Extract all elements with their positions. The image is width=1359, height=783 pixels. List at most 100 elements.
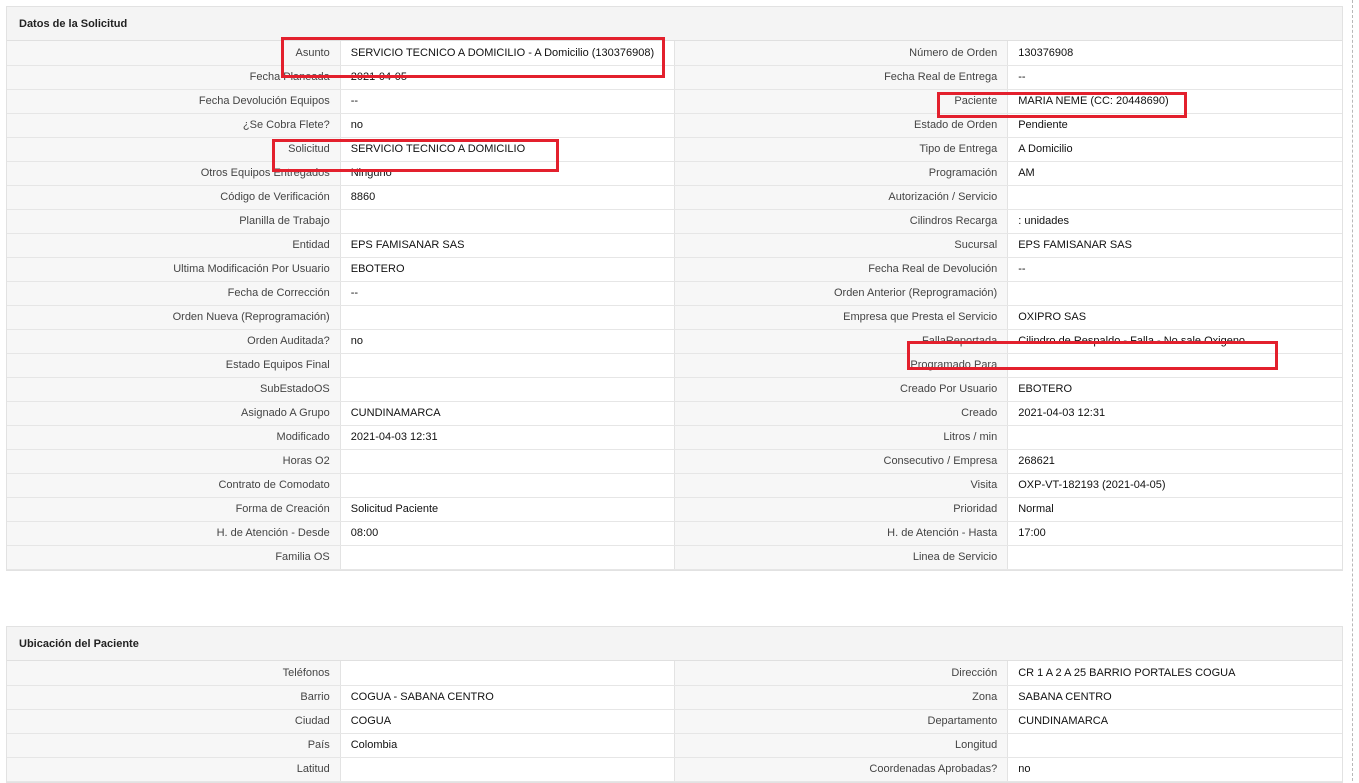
field-value-estado-equipos-final <box>340 353 675 378</box>
field-label-programado-para: Programado Para <box>674 353 1009 378</box>
field-value-autorizacion-servicio <box>1007 185 1342 210</box>
detail-row: Ultima Modificación Por Usuario EBOTERO Fe… <box>7 257 1342 282</box>
field-label-programacion: Programación <box>674 161 1009 186</box>
field-value-asignado-a-grupo: CUNDINAMARCA <box>340 401 675 426</box>
field-value-empresa-que-presta-el-servicio: OXIPRO SAS <box>1007 305 1342 330</box>
field-value-horas-o2 <box>340 449 675 474</box>
field-value-codigo-de-verificacion: 8860 <box>340 185 675 210</box>
field-label-planilla-de-trabajo: Planilla de Trabajo <box>7 209 341 234</box>
field-label-litros-min: Litros / min <box>674 425 1009 450</box>
field-value-modificado: 2021-04-03 12:31 <box>340 425 675 450</box>
field-value-h-de-atencion-desde: 08:00 <box>340 521 675 546</box>
field-value-pais: Colombia <box>340 733 675 758</box>
field-label-fecha-devolucion-equipos: Fecha Devolución Equipos <box>7 89 341 114</box>
field-value-forma-de-creacion: Solicitud Paciente <box>340 497 675 522</box>
field-value-se-cobra-flete: no <box>340 113 675 138</box>
field-value-zona: SABANA CENTRO <box>1007 685 1342 710</box>
page-edge-divider <box>1352 0 1353 781</box>
field-label-h-de-atencion-desde: H. de Atención - Desde <box>7 521 341 546</box>
field-value-contrato-de-comodato <box>340 473 675 498</box>
detail-row: Planilla de Trabajo Cilindros Recarga: un… <box>7 209 1342 234</box>
field-label-sucursal: Sucursal <box>674 233 1009 258</box>
field-value-prioridad: Normal <box>1007 497 1342 522</box>
field-value-programado-para <box>1007 353 1342 378</box>
solicitud-section-title: Datos de la Solicitud <box>7 7 1342 41</box>
field-label-solicitud: Solicitud <box>7 137 341 162</box>
detail-row: Familia OS Linea de Servicio <box>7 545 1342 570</box>
field-label-codigo-de-verificacion: Código de Verificación <box>7 185 341 210</box>
field-label-linea-de-servicio: Linea de Servicio <box>674 545 1009 570</box>
field-label-estado-equipos-final: Estado Equipos Final <box>7 353 341 378</box>
detail-row: Orden Auditada? no FallaReportada Cilindro … <box>7 329 1342 354</box>
field-value-latitud <box>340 757 675 782</box>
field-label-fecha-real-de-entrega: Fecha Real de Entrega <box>674 65 1009 90</box>
field-label-forma-de-creacion: Forma de Creación <box>7 497 341 522</box>
field-value-entidad: EPS FAMISANAR SAS <box>340 233 675 258</box>
field-label-contrato-de-comodato: Contrato de Comodato <box>7 473 341 498</box>
field-label-autorizacion-servicio: Autorización / Servicio <box>674 185 1009 210</box>
field-label-tipo-de-entrega: Tipo de Entrega <box>674 137 1009 162</box>
field-label-barrio: Barrio <box>7 685 341 710</box>
detail-row: Asunto SERVICIO TECNICO A DOMICILIO - A D… <box>7 41 1342 66</box>
field-label-prioridad: Prioridad <box>674 497 1009 522</box>
field-value-telefonos <box>340 661 675 686</box>
field-value-ciudad: COGUA <box>340 709 675 734</box>
field-value-creado: 2021-04-03 12:31 <box>1007 401 1342 426</box>
field-label-asignado-a-grupo: Asignado A Grupo <box>7 401 341 426</box>
field-value-otros-equipos-entregados: Ninguno <box>340 161 675 186</box>
field-value-fecha-de-correccion: -- <box>340 281 675 306</box>
field-value-planilla-de-trabajo <box>340 209 675 234</box>
detail-row: SubEstadoOS Creado Por Usuario EBOTERO <box>7 377 1342 402</box>
field-value-cilindros-recarga: : unidades <box>1007 209 1342 234</box>
field-label-direccion: Dirección <box>674 661 1009 686</box>
detail-row: Forma de Creación Solicitud Paciente Prior… <box>7 497 1342 522</box>
field-label-empresa-que-presta-el-servicio: Empresa que Presta el Servicio <box>674 305 1009 330</box>
field-label-otros-equipos-entregados: Otros Equipos Entregados <box>7 161 341 186</box>
detail-row: Entidad EPS FAMISANAR SAS Sucursal EPS FAMI… <box>7 233 1342 258</box>
field-label-fecha-planeada: Fecha Planeada <box>7 65 341 90</box>
detail-row: Fecha de Corrección -- Orden Anterior (Rep… <box>7 281 1342 306</box>
field-label-subestadoos: SubEstadoOS <box>7 377 341 402</box>
field-label-fallareportada: FallaReportada <box>674 329 1009 354</box>
field-label-cilindros-recarga: Cilindros Recarga <box>674 209 1009 234</box>
field-label-orden-auditada: Orden Auditada? <box>7 329 341 354</box>
detail-row: Latitud Coordenadas Aprobadas? no <box>7 757 1342 782</box>
detail-row: Código de Verificación 8860 Autorización /… <box>7 185 1342 210</box>
field-value-fecha-real-de-entrega: -- <box>1007 65 1342 90</box>
field-value-familia-os <box>340 545 675 570</box>
detail-row: Fecha Devolución Equipos -- Paciente MARIA … <box>7 89 1342 114</box>
field-value-h-de-atencion-hasta: 17:00 <box>1007 521 1342 546</box>
field-value-linea-de-servicio <box>1007 545 1342 570</box>
field-label-fecha-real-de-devolucion: Fecha Real de Devolución <box>674 257 1009 282</box>
detail-row: H. de Atención - Desde 08:00 H. de Atenció… <box>7 521 1342 546</box>
detail-row: ¿Se Cobra Flete? no Estado de Orden Pendien… <box>7 113 1342 138</box>
field-value-sucursal: EPS FAMISANAR SAS <box>1007 233 1342 258</box>
field-value-subestadoos <box>340 377 675 402</box>
detail-row: Contrato de Comodato Visita OXP-VT-182193 … <box>7 473 1342 498</box>
field-label-orden-nueva-reprogramacion: Orden Nueva (Reprogramación) <box>7 305 341 330</box>
field-label-coordenadas-aprobadas: Coordenadas Aprobadas? <box>674 757 1009 782</box>
ubicacion-panel: Ubicación del Paciente Teléfonos Direcció… <box>6 626 1343 783</box>
field-label-creado-por-usuario: Creado Por Usuario <box>674 377 1009 402</box>
field-label-numero-de-orden: Número de Orden <box>674 41 1009 66</box>
field-label-creado: Creado <box>674 401 1009 426</box>
ubicacion-details-table: Teléfonos Dirección CR 1 A 2 A 25 BARRIO P… <box>7 661 1342 782</box>
field-label-paciente: Paciente <box>674 89 1009 114</box>
detail-row: Modificado 2021-04-03 12:31 Litros / min <box>7 425 1342 450</box>
field-label-zona: Zona <box>674 685 1009 710</box>
field-label-longitud: Longitud <box>674 733 1009 758</box>
field-value-programacion: AM <box>1007 161 1342 186</box>
detail-row: Orden Nueva (Reprogramación) Empresa que … <box>7 305 1342 330</box>
field-value-departamento: CUNDINAMARCA <box>1007 709 1342 734</box>
detail-row: Otros Equipos Entregados Ninguno Programac… <box>7 161 1342 186</box>
field-label-pais: País <box>7 733 341 758</box>
field-label-ciudad: Ciudad <box>7 709 341 734</box>
field-value-tipo-de-entrega: A Domicilio <box>1007 137 1342 162</box>
field-value-orden-auditada: no <box>340 329 675 354</box>
field-value-fecha-real-de-devolucion: -- <box>1007 257 1342 282</box>
field-label-departamento: Departamento <box>674 709 1009 734</box>
field-label-consecutivo-empresa: Consecutivo / Empresa <box>674 449 1009 474</box>
field-label-fecha-de-correccion: Fecha de Corrección <box>7 281 341 306</box>
detail-row: País Colombia Longitud <box>7 733 1342 758</box>
field-value-coordenadas-aprobadas: no <box>1007 757 1342 782</box>
